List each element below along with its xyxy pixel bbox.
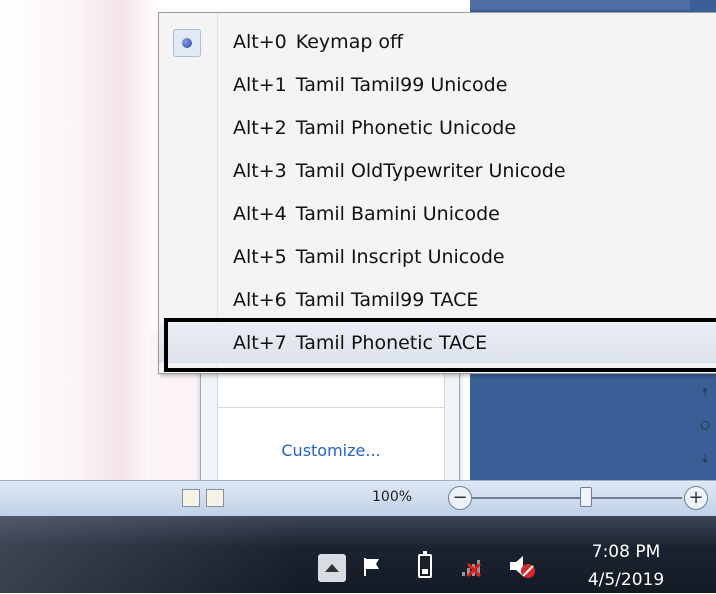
battery-icon[interactable] [418, 551, 432, 578]
clock-date: 4/5/2019 [587, 570, 665, 590]
menu-item-label: Tamil Tamil99 TACE [295, 289, 479, 311]
system-clock[interactable]: 7:08 PM 4/5/2019 [566, 538, 686, 594]
menu-item-label: Tamil Tamil99 Unicode [295, 74, 508, 96]
menu-item-label: Tamil Phonetic TACE [295, 332, 488, 354]
status-bar: 100% − + [0, 480, 716, 517]
menu-item-label: Keymap off [295, 31, 404, 53]
background-decoration [0, 0, 160, 480]
zoom-slider-thumb[interactable] [580, 487, 592, 507]
menu-item-label: Tamil Bamini Unicode [295, 203, 500, 225]
menu-item-hotkey: Alt+7 [233, 332, 287, 354]
zoom-in-button[interactable]: + [684, 486, 708, 510]
action-center-flag-icon[interactable] [362, 556, 382, 578]
menu-item-hotkey: Alt+6 [233, 289, 287, 311]
select-browse-object-icon[interactable]: ○ [698, 418, 712, 431]
menu-item-hotkey: Alt+3 [233, 160, 287, 182]
menu-item-label: Tamil Inscript Unicode [295, 246, 505, 268]
menu-item-oldtypewriter-unicode[interactable]: Alt+3 Tamil OldTypewriter Unicode [159, 151, 716, 191]
print-layout-view-icon[interactable] [182, 489, 200, 507]
menu-item-label: Tamil OldTypewriter Unicode [295, 160, 566, 182]
zoom-level[interactable]: 100% [372, 489, 412, 505]
previous-page-icon[interactable]: ⤒ [698, 386, 712, 400]
divider [218, 407, 444, 408]
show-hidden-icons-button[interactable] [318, 554, 346, 582]
menu-item-tamil99-unicode[interactable]: Alt+1 Tamil Tamil99 Unicode [159, 65, 716, 105]
scroll-controls: ⤒ ○ ⤓ [694, 380, 716, 480]
network-disconnected-icon[interactable] [460, 556, 484, 578]
menu-item-keymap-off[interactable]: Alt+0 Keymap off [159, 22, 716, 62]
document-background-strip [470, 0, 690, 10]
radio-check-box [173, 29, 201, 57]
zoom-slider-track[interactable] [472, 497, 682, 499]
menu-item-hotkey: Alt+0 [233, 31, 287, 53]
volume-muted-icon[interactable] [508, 554, 538, 580]
menu-item-phonetic-unicode[interactable]: Alt+2 Tamil Phonetic Unicode [159, 108, 716, 148]
zoom-out-button[interactable]: − [448, 486, 472, 510]
keymap-context-menu: Alt+0 Keymap off Alt+1 Tamil Tamil99 Unico… [158, 12, 716, 374]
radio-dot-icon [182, 38, 192, 48]
menu-item-bamini-unicode[interactable]: Alt+4 Tamil Bamini Unicode [159, 194, 716, 234]
next-page-icon[interactable]: ⤓ [698, 452, 712, 466]
full-screen-reading-icon[interactable] [206, 489, 224, 507]
menu-item-hotkey: Alt+5 [233, 246, 287, 268]
taskbar-glow [0, 516, 300, 593]
menu-item-hotkey: Alt+4 [233, 203, 287, 225]
clock-time: 7:08 PM [591, 542, 661, 562]
menu-item-phonetic-tace[interactable]: Alt+7 Tamil Phonetic TACE [159, 323, 716, 363]
menu-item-tamil99-tace[interactable]: Alt+6 Tamil Tamil99 TACE [159, 280, 716, 314]
menu-item-inscript-unicode[interactable]: Alt+5 Tamil Inscript Unicode [159, 237, 716, 277]
taskbar: 7:08 PM 4/5/2019 [0, 516, 716, 593]
menu-item-hotkey: Alt+1 [233, 74, 287, 96]
menu-item-hotkey: Alt+2 [233, 117, 287, 139]
customize-link[interactable]: Customize... [218, 441, 444, 460]
menu-item-label: Tamil Phonetic Unicode [295, 117, 517, 139]
